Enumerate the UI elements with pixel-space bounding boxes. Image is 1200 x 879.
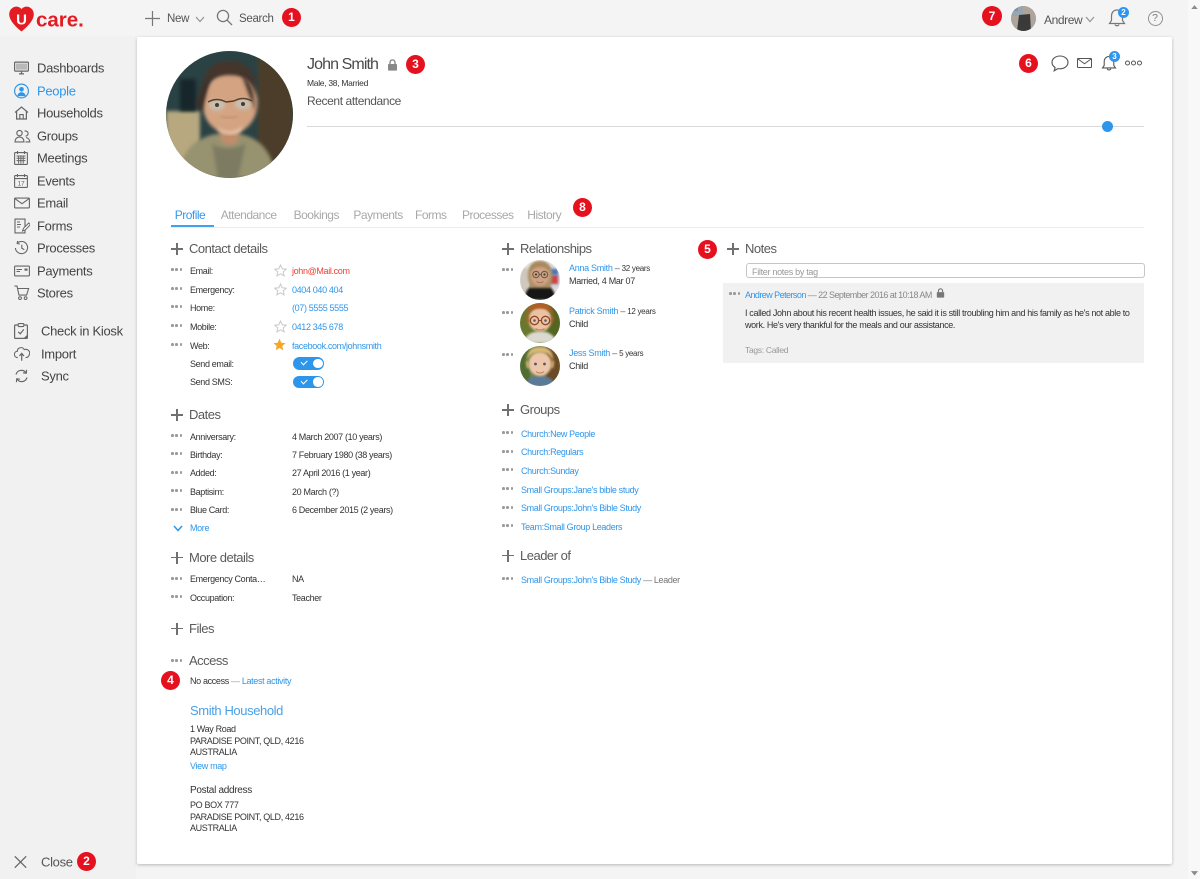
svg-text:care.: care. <box>36 9 84 32</box>
svg-text:U: U <box>16 12 27 29</box>
svg-text:17: 17 <box>18 180 25 187</box>
